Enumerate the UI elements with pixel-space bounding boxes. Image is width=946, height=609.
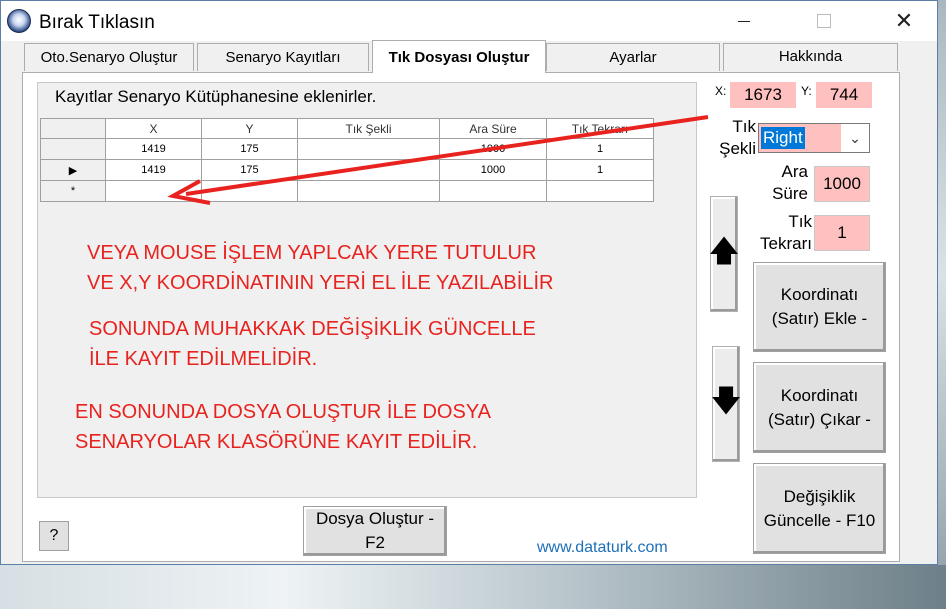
minimize-button[interactable] [721,1,767,41]
cell-tik-tekrari[interactable]: 1 [546,159,654,181]
chevron-down-icon[interactable]: ⌄ [841,124,869,152]
add-row-button[interactable]: Koordinatı (Satır) Ekle - [753,262,886,352]
column-header-x[interactable]: X [105,118,202,139]
cell-ara-sure[interactable]: 1000 [439,159,547,181]
table-row[interactable]: ▶ 1419 175 1000 1 [40,159,654,181]
cell-x[interactable]: 1419 [105,138,202,160]
cell-y[interactable]: 175 [201,138,298,160]
annotation-note: SONUNDA MUHAKKAK DEĞİŞİKLİK GÜNCELLE İLE… [89,318,536,370]
ara-sure-input[interactable]: 1000 [814,166,870,202]
remove-row-button[interactable]: Koordinatı (Satır) Çıkar - [753,362,886,453]
table-row-new[interactable]: * [40,180,654,202]
cell-y[interactable] [201,180,298,202]
tik-sekli-select[interactable]: Right ⌄ [758,123,870,153]
desktop-strip [0,565,946,609]
y-label: Y: [801,84,812,98]
table-row[interactable]: 1419 175 1000 1 [40,138,654,160]
cell-x[interactable]: 1419 [105,159,202,181]
cell-ara-sure[interactable] [439,180,547,202]
grid-corner [40,118,106,139]
tab-ayarlar[interactable]: Ayarlar [546,43,720,71]
window-title: Bırak Tıklasın [39,12,155,33]
tik-tekrari-label: Tık Tekrarı [760,212,812,253]
cell-y[interactable]: 175 [201,159,298,181]
tik-tekrari-input[interactable]: 1 [814,215,870,251]
column-header-tik-sekli[interactable]: Tık Şekli [297,118,440,139]
annotation-note: EN SONUNDA DOSYA OLUŞTUR İLE DOSYA SENAR… [75,401,492,453]
y-coordinate-value: 744 [816,82,872,108]
row-indicator[interactable] [40,138,106,160]
grid-header-row: X Y Tık Şekli Ara Süre Tık Tekrarı [40,118,654,139]
arrow-down-icon: 🡇 [710,384,742,418]
cell-tik-sekli[interactable] [297,180,440,202]
arrow-up-icon: 🡅 [708,234,740,268]
title-bar: Bırak Tıklasın ✕ [1,1,937,41]
cell-x[interactable] [105,180,202,202]
ara-sure-label: Ara Süre [772,162,808,203]
website-link[interactable]: www.dataturk.com [537,539,668,557]
column-header-tik-tekrari[interactable]: Tık Tekrarı [546,118,654,139]
app-icon [7,9,31,33]
info-label: Kayıtlar Senaryo Kütüphanesine eklenirle… [55,87,377,106]
close-button[interactable]: ✕ [881,1,927,41]
cell-ara-sure[interactable]: 1000 [439,138,547,160]
maximize-icon [817,14,831,28]
create-file-button[interactable]: Dosya Oluştur - F2 [303,506,447,556]
tab-tik-dosyasi[interactable]: Tık Dosyası Oluştur [372,40,546,73]
tab-senaryo-kayitlari[interactable]: Senaryo Kayıtları [197,43,369,71]
tik-sekli-label: Tık Şekli [719,117,756,158]
tab-hakkinda[interactable]: Hakkında [723,43,898,71]
x-label: X: [715,84,727,98]
annotation-note: VEYA MOUSE İŞLEM YAPLCAK YERE TUTULUR VE… [87,242,554,294]
cell-tik-tekrari[interactable]: 1 [546,138,654,160]
help-button[interactable]: ? [39,521,69,551]
tik-sekli-selected-value: Right [761,127,805,149]
row-indicator[interactable]: * [40,180,106,202]
coordinates-grid[interactable]: X Y Tık Şekli Ara Süre Tık Tekrarı 1419 … [40,118,654,202]
x-coordinate-value: 1673 [730,82,796,108]
minimize-icon [738,20,750,22]
column-header-ara-sure[interactable]: Ara Süre [439,118,547,139]
tab-oto-senaryo[interactable]: Oto.Senaryo Oluştur [24,43,194,71]
cell-tik-tekrari[interactable] [546,180,654,202]
cell-tik-sekli[interactable] [297,159,440,181]
move-down-button[interactable]: 🡇 [710,346,742,462]
maximize-button[interactable] [801,1,847,41]
row-indicator[interactable]: ▶ [40,159,106,181]
column-header-y[interactable]: Y [201,118,298,139]
move-up-button[interactable]: 🡅 [708,196,740,312]
cell-tik-sekli[interactable] [297,138,440,160]
update-button[interactable]: Değişiklik Güncelle - F10 [753,463,886,554]
